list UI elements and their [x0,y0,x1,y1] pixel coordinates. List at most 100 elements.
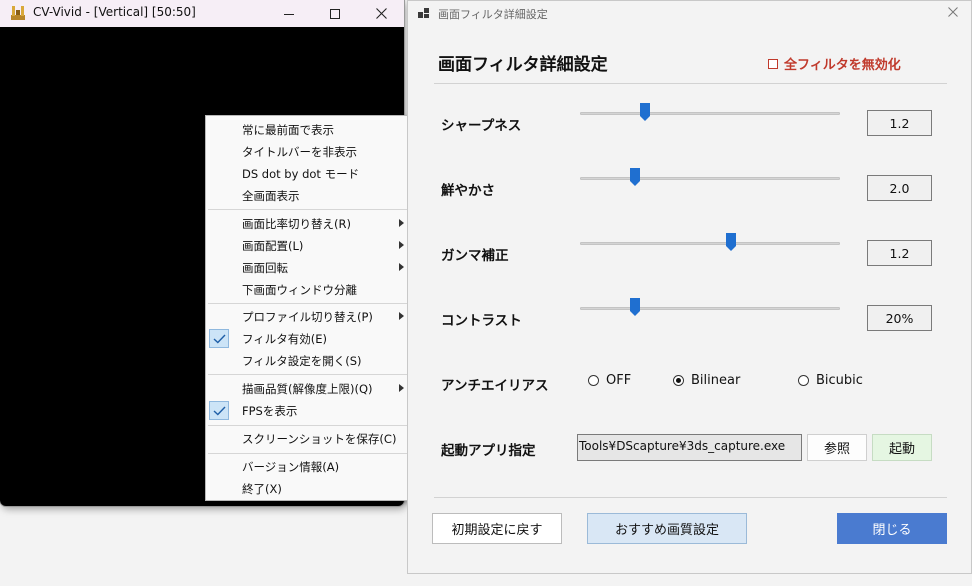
slider-thumb[interactable] [725,233,736,251]
contrast-slider[interactable] [580,298,840,318]
radio-label: Bilinear [691,373,741,388]
dialog-titlebar[interactable]: 画面フィルタ詳細設定 [408,1,971,25]
radio-circle [673,375,684,386]
app-icon [11,6,25,20]
reset-defaults-button[interactable]: 初期設定に戻す [432,513,562,544]
contrast-label: コントラスト [441,313,522,329]
antialias-bicubic-radio[interactable]: Bicubic [798,373,863,388]
browse-button[interactable]: 参照 [807,434,867,461]
checkmark-icon [209,329,229,348]
launch-button[interactable]: 起動 [872,434,932,461]
sharpness-slider[interactable] [580,103,840,123]
saturation-value: 2.0 [867,175,932,201]
menu-item-exit[interactable]: 終了(X) [206,478,412,500]
menu-item-label: フィルタ設定を開く(S) [242,354,362,368]
submenu-arrow-icon [399,384,404,392]
minimize-icon [284,13,294,15]
menu-item-label: タイトルバーを非表示 [242,145,357,159]
sharpness-value: 1.2 [867,110,932,136]
close-button[interactable] [358,0,404,27]
menu-item-aspect-ratio[interactable]: 画面比率切り替え(R) [206,213,412,235]
close-icon [375,8,387,19]
menu-separator [208,453,410,454]
slider-track [580,112,840,115]
menu-item-label: DS dot by dot モード [242,167,360,181]
menu-item-label: 全画面表示 [242,189,300,203]
filter-settings-dialog: 画面フィルタ詳細設定 画面フィルタ詳細設定 全フィルタを無効化 シャープネス 1… [407,0,972,574]
menu-separator [208,303,410,304]
submenu-arrow-icon [399,263,404,271]
slider-track [580,307,840,310]
slider-thumb[interactable] [629,298,640,316]
checkmark-icon [209,401,229,420]
submenu-arrow-icon [399,241,404,249]
menu-item-open-filter-settings[interactable]: フィルタ設定を開く(S) [206,350,412,372]
menu-item-label: プロファイル切り替え(P) [242,310,373,324]
submenu-arrow-icon [399,312,404,320]
menu-item-screen-layout[interactable]: 画面配置(L) [206,235,412,257]
contrast-value: 20% [867,305,932,331]
menu-item-always-on-top[interactable]: 常に最前面で表示 [206,119,412,141]
menu-item-label: 画面配置(L) [242,239,304,253]
menu-item-hide-titlebar[interactable]: タイトルバーを非表示 [206,141,412,163]
antialias-label: アンチエイリアス [441,378,549,394]
recommended-quality-button[interactable]: おすすめ画質設定 [587,513,747,544]
cv-titlebar[interactable]: CV-Vivid - [Vertical] [50:50] [0,0,404,27]
maximize-button[interactable] [312,0,358,27]
gamma-label: ガンマ補正 [441,248,509,264]
menu-item-label: 画面回転 [242,261,288,275]
close-icon [948,7,958,17]
menu-separator [208,374,410,375]
menu-item-screen-rotation[interactable]: 画面回転 [206,257,412,279]
window-title: CV-Vivid - [Vertical] [50:50] [33,5,196,19]
minimize-button[interactable] [266,0,312,27]
close-dialog-button[interactable]: 閉じる [837,513,947,544]
disable-all-filters-checkbox[interactable]: 全フィルタを無効化 [768,54,901,73]
antialias-off-radio[interactable]: OFF [588,373,631,388]
antialias-bilinear-radio[interactable]: Bilinear [673,373,740,388]
menu-item-label: フィルタ有効(E) [242,332,328,346]
menu-item-dot-by-dot[interactable]: DS dot by dot モード [206,163,412,185]
menu-item-label: 終了(X) [242,482,282,496]
gamma-slider[interactable] [580,233,840,253]
slider-track [580,177,840,180]
menu-item-label: 画面比率切り替え(R) [242,217,351,231]
menu-item-profile-switch[interactable]: プロファイル切り替え(P) [206,306,412,328]
menu-item-label: 常に最前面で表示 [242,123,334,137]
footer-divider [434,497,947,498]
maximize-icon [330,8,340,19]
dialog-window-title: 画面フィルタ詳細設定 [438,8,548,21]
dialog-heading: 画面フィルタ詳細設定 [438,55,608,75]
saturation-label: 鮮やかさ [441,183,495,199]
menu-item-fullscreen[interactable]: 全画面表示 [206,185,412,207]
menu-separator [208,425,410,426]
launch-app-path-input[interactable]: Tools¥DScapture¥3ds_capture.exe [577,434,802,461]
menu-item-version-info[interactable]: バージョン情報(A) [206,456,412,478]
radio-selected-dot [676,378,681,383]
header-divider [434,83,947,84]
submenu-arrow-icon [399,219,404,227]
menu-item-filter-enabled[interactable]: フィルタ有効(E) [206,328,412,350]
slider-thumb[interactable] [640,103,650,121]
menu-item-label: FPSを表示 [242,404,298,418]
menu-item-render-quality[interactable]: 描画品質(解像度上限)(Q) [206,378,412,400]
menu-separator [208,209,410,210]
checkbox-box [768,58,778,69]
menu-item-label: スクリーンショットを保存(C) [242,432,397,446]
slider-track [580,242,840,245]
gamma-value: 1.2 [867,240,932,266]
radio-label: Bicubic [816,373,863,388]
sharpness-label: シャープネス [441,118,522,134]
slider-thumb[interactable] [629,168,640,186]
menu-item-label: バージョン情報(A) [242,460,340,474]
menu-item-label: 描画品質(解像度上限)(Q) [242,382,373,396]
context-menu: 常に最前面で表示 タイトルバーを非表示 DS dot by dot モード 全画… [205,115,413,501]
menu-item-label: 下画面ウィンドウ分離 [242,283,357,297]
menu-item-show-fps[interactable]: FPSを表示 [206,400,412,422]
menu-item-split-bottom-window[interactable]: 下画面ウィンドウ分離 [206,279,412,301]
saturation-slider[interactable] [580,168,840,188]
radio-label: OFF [606,373,632,388]
menu-item-save-screenshot[interactable]: スクリーンショットを保存(C) [206,428,412,450]
dialog-close-button[interactable] [945,4,961,20]
launch-app-label: 起動アプリ指定 [441,443,536,459]
